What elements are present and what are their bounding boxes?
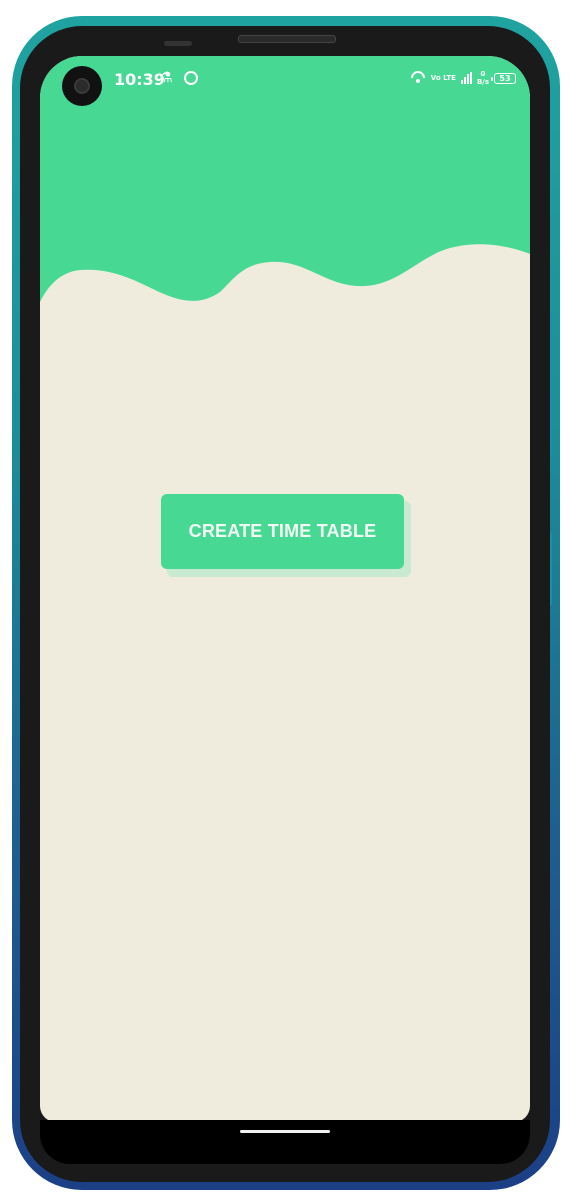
network-speed-value: 0: [480, 70, 486, 78]
proximity-sensor: [164, 41, 192, 46]
battery-level: 53: [499, 73, 511, 83]
status-time: 10:39: [114, 70, 165, 89]
battery-icon: 53: [491, 72, 516, 84]
volte-label: Vo LTE: [430, 73, 456, 82]
navigation-bar: [40, 1120, 530, 1164]
signal-icon: [460, 72, 472, 84]
home-indicator[interactable]: [240, 1130, 330, 1133]
sync-icon: [184, 71, 198, 85]
create-time-table-button[interactable]: CREATE TIME TABLE: [161, 494, 404, 569]
camera-lens: [74, 78, 90, 94]
flask-icon: ⚗: [160, 70, 173, 86]
earpiece-speaker: [238, 35, 336, 43]
header-wave: [40, 56, 530, 302]
camera-icon: [62, 66, 102, 106]
network-speed-unit: B/s: [476, 78, 489, 86]
wifi-icon: [410, 71, 426, 85]
network-speed: 0 B/s: [477, 70, 489, 86]
status-icons: Vo LTE 0 B/s 53: [410, 68, 516, 88]
app-screen: 10:39 ⚗ Vo LTE 0 B/s 53 CREATE TIME TABL…: [40, 56, 530, 1122]
